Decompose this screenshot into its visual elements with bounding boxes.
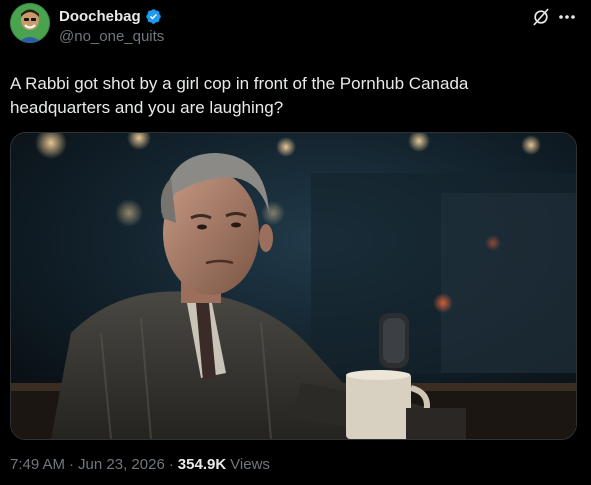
meta-separator: ·	[168, 456, 174, 473]
author-name-row: Doochebag	[59, 8, 162, 25]
tweet-text: A Rabbi got shot by a girl cop in front …	[10, 74, 469, 117]
avatar[interactable]	[10, 3, 50, 43]
meta-separator: ·	[69, 456, 75, 473]
more-icon[interactable]	[556, 7, 578, 27]
tweet-meta: 7:49 AM · Jun 23, 2026 · 354.9K Views	[10, 456, 270, 473]
tweet-media-image[interactable]	[10, 132, 577, 440]
avatar-image	[10, 3, 50, 43]
display-name[interactable]: Doochebag	[59, 8, 141, 25]
verified-badge-icon	[145, 8, 162, 25]
tweet-card: Doochebag @no_one_quits A Rabbi got shot…	[0, 0, 591, 485]
tweet-time[interactable]: 7:49 AM	[10, 456, 65, 473]
tweet-date[interactable]: Jun 23, 2026	[78, 456, 165, 473]
views-label: Views	[230, 456, 270, 473]
author-handle[interactable]: @no_one_quits	[59, 28, 164, 45]
grok-icon[interactable]	[531, 7, 551, 27]
views-count: 354.9K	[177, 456, 227, 473]
